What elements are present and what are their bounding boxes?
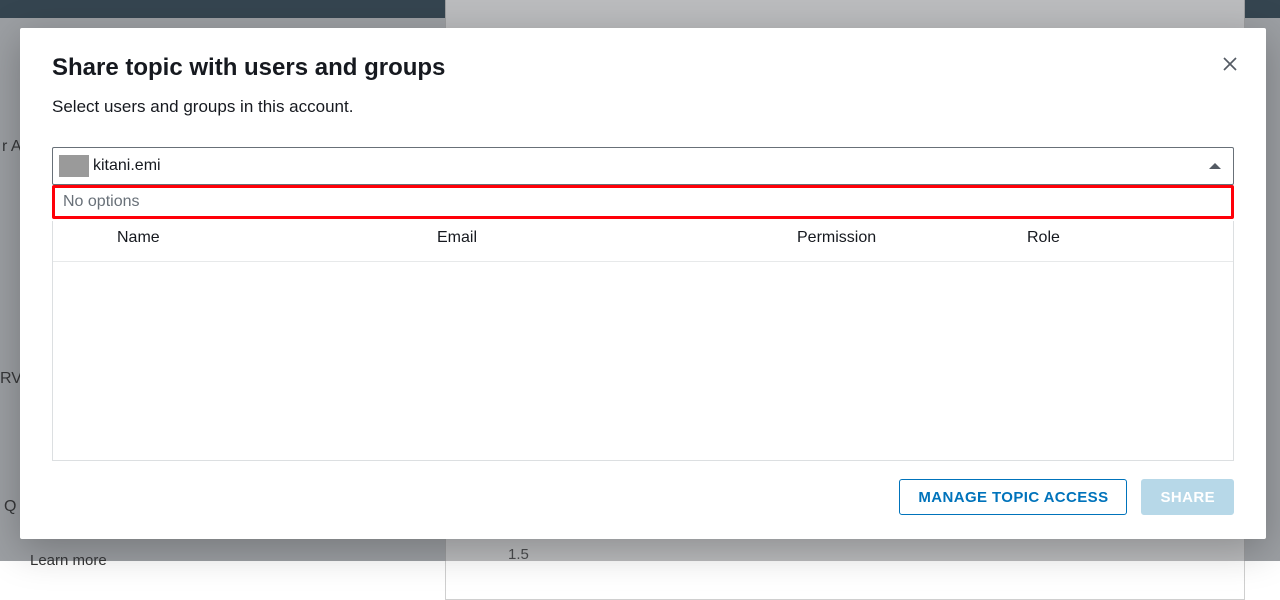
user-search-dropdown[interactable]: No options xyxy=(52,185,1234,219)
table-header-name: Name xyxy=(117,229,437,247)
table-header-row: Name Email Permission Role xyxy=(53,221,1233,261)
table-body-empty xyxy=(53,262,1233,460)
modal-header: Share topic with users and groups Select… xyxy=(20,28,1266,129)
share-topic-modal: Share topic with users and groups Select… xyxy=(20,28,1266,539)
table-header-permission: Permission xyxy=(797,229,1027,247)
modal-footer: MANAGE TOPIC ACCESS SHARE xyxy=(20,461,1266,539)
user-avatar-chip xyxy=(59,155,89,177)
share-button[interactable]: SHARE xyxy=(1141,479,1234,515)
close-icon xyxy=(1221,55,1239,73)
user-search-wrapper: No options xyxy=(20,129,1266,185)
share-table: Name Email Permission Role xyxy=(52,221,1234,461)
table-header-email: Email xyxy=(437,229,797,247)
table-header-role: Role xyxy=(1027,229,1233,247)
close-button[interactable] xyxy=(1216,50,1244,78)
dropdown-no-options: No options xyxy=(63,193,140,211)
page-backdrop: r A RV Q 1.5 Learn more Share topic with… xyxy=(0,0,1280,561)
caret-up-icon xyxy=(1209,163,1221,169)
manage-topic-access-button[interactable]: MANAGE TOPIC ACCESS xyxy=(899,479,1127,515)
modal-subtitle: Select users and groups in this account. xyxy=(52,97,1234,117)
modal-title: Share topic with users and groups xyxy=(52,54,1234,83)
user-search-input[interactable] xyxy=(93,157,1199,175)
user-search-combobox[interactable] xyxy=(52,147,1234,185)
